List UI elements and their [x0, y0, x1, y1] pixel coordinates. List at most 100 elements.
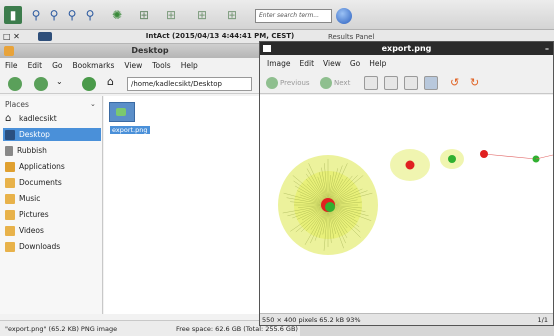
folder-icon: [5, 193, 15, 204]
previous-button[interactable]: Previous: [266, 76, 310, 90]
cluster-medium: [390, 149, 430, 181]
zoom-out-icon[interactable]: ⚲: [45, 6, 63, 24]
place-documents[interactable]: Documents: [3, 176, 101, 189]
menu-go[interactable]: Go: [52, 59, 62, 73]
search-go-icon[interactable]: [336, 8, 352, 24]
menu-view[interactable]: View: [323, 57, 341, 70]
menu-edit[interactable]: Edit: [28, 59, 43, 73]
intact-toolbar: ▮ ⚲ ⚲ ⚲ ⚲ ✺ ⊞ ⊞ ⊞ ⊞ Enter search term...: [0, 0, 554, 30]
place-rubbish[interactable]: Rubbish: [3, 144, 101, 157]
zoom-in-icon[interactable]: [364, 76, 378, 90]
panel-icon[interactable]: [38, 32, 52, 41]
place-applications[interactable]: Applications: [3, 160, 101, 173]
folder-icon: [4, 46, 14, 56]
menu-image[interactable]: Image: [267, 57, 291, 70]
applications-icon: [5, 161, 15, 172]
cluster-small: [440, 149, 464, 169]
place-label: Pictures: [19, 210, 49, 219]
zoom-fit-icon[interactable]: [424, 76, 438, 90]
zoom-normal-icon[interactable]: [404, 76, 418, 90]
rotate-left-icon[interactable]: ↺: [450, 76, 464, 90]
place-downloads[interactable]: Downloads: [3, 240, 101, 253]
window-menu-icon[interactable]: [263, 45, 271, 52]
places-header-label: Places: [5, 100, 29, 109]
zoom-out-icon[interactable]: [384, 76, 398, 90]
next-button[interactable]: Next: [320, 76, 350, 90]
next-label: Next: [334, 79, 351, 87]
forward-icon[interactable]: [34, 77, 48, 91]
edge: [483, 153, 537, 160]
zoom-in-icon[interactable]: ⚲: [27, 6, 45, 24]
file-manager-menu-bar: File Edit Go Bookmarks View Tools Help: [0, 59, 300, 73]
path-input[interactable]: /home/kadlecsikt/Desktop: [127, 77, 252, 91]
places-header: Places ⌄: [5, 100, 96, 109]
file-manager-status-bar: "export.png" (65.2 KB) PNG image Free sp…: [0, 320, 300, 336]
menu-help[interactable]: Help: [181, 59, 198, 73]
place-label: Documents: [19, 178, 62, 187]
page-count: 1/1: [537, 316, 548, 324]
search-input[interactable]: Enter search term...: [255, 9, 332, 23]
home-icon: ⌂: [5, 112, 12, 124]
trash-icon: [5, 145, 13, 156]
chevron-down-icon[interactable]: ⌄: [90, 100, 96, 108]
menu-help[interactable]: Help: [369, 57, 386, 70]
previous-icon: [266, 77, 278, 89]
red-node: [480, 150, 488, 158]
place-label: Rubbish: [17, 146, 47, 155]
up-icon[interactable]: [82, 77, 96, 91]
image-info: 550 × 400 pixels 65.2 kB 93%: [262, 316, 361, 324]
place-videos[interactable]: Videos: [3, 224, 101, 237]
menu-edit[interactable]: Edit: [300, 57, 315, 70]
close-icon[interactable]: □ ✕: [3, 32, 20, 41]
layout-grid-icon[interactable]: ⊞: [223, 6, 241, 24]
selection-status: "export.png" (65.2 KB) PNG image: [5, 325, 118, 333]
place-label: Applications: [19, 162, 65, 171]
results-panel-label: Results Panel: [328, 33, 375, 41]
place-music[interactable]: Music: [3, 192, 101, 205]
previous-label: Previous: [280, 79, 310, 87]
layout-hierarchy-icon[interactable]: ⊞: [162, 6, 180, 24]
place-label: Downloads: [19, 242, 61, 251]
menu-file[interactable]: File: [5, 59, 18, 73]
layout-tree-icon[interactable]: ⊞: [135, 6, 153, 24]
file-manager-window: Desktop File Edit Go Bookmarks View Tool…: [0, 44, 300, 336]
file-label[interactable]: export.png: [110, 126, 150, 134]
file-manager-navigation: ⌄ ⌂ /home/kadlecsikt/Desktop: [0, 74, 300, 94]
image-viewer-window: export.png – Image Edit View Go Help Pre…: [259, 41, 554, 326]
place-label: kadlecsikt: [19, 114, 57, 123]
history-dropdown-icon[interactable]: ⌄: [56, 77, 70, 91]
folder-icon: [5, 241, 15, 252]
folder-icon: [5, 209, 15, 220]
place-pictures[interactable]: Pictures: [3, 208, 101, 221]
place-label: Desktop: [19, 130, 50, 139]
file-manager-title: Desktop: [131, 46, 169, 55]
home-icon[interactable]: ⌂: [107, 75, 121, 89]
image-viewer-menu-bar: Image Edit View Go Help: [260, 57, 553, 70]
place-label: Music: [19, 194, 41, 203]
minimize-icon[interactable]: –: [545, 42, 549, 55]
place-desktop[interactable]: Desktop: [3, 128, 101, 141]
image-file-icon[interactable]: [109, 102, 135, 122]
zoom-fit-icon[interactable]: ⚲: [63, 6, 81, 24]
back-icon[interactable]: [8, 77, 22, 91]
image-viewer-toolbar: Previous Next ↺ ↻: [260, 72, 553, 94]
layout-circle-icon[interactable]: ⊞: [193, 6, 211, 24]
menu-go[interactable]: Go: [350, 57, 360, 70]
network-icon[interactable]: ▮: [4, 6, 22, 24]
hub-node: [405, 160, 415, 170]
file-manager-title-bar: Desktop: [0, 44, 300, 58]
menu-bookmarks[interactable]: Bookmarks: [73, 59, 115, 73]
folder-icon: [5, 177, 15, 188]
cluster-large: [278, 155, 378, 255]
next-icon: [320, 77, 332, 89]
place-kadlecsikt[interactable]: ⌂ kadlecsikt: [3, 112, 101, 125]
layout-icon[interactable]: ✺: [108, 6, 126, 24]
network-image: [278, 149, 553, 255]
zoom-selected-icon[interactable]: ⚲: [81, 6, 99, 24]
rotate-right-icon[interactable]: ↻: [470, 76, 484, 90]
place-label: Videos: [19, 226, 44, 235]
menu-tools[interactable]: Tools: [152, 59, 170, 73]
intact-window-title: IntAct (2015/04/13 4:44:41 PM, CEST): [145, 32, 295, 40]
image-viewer-status-bar: 550 × 400 pixels 65.2 kB 93% 1/1: [260, 313, 553, 325]
menu-view[interactable]: View: [124, 59, 142, 73]
